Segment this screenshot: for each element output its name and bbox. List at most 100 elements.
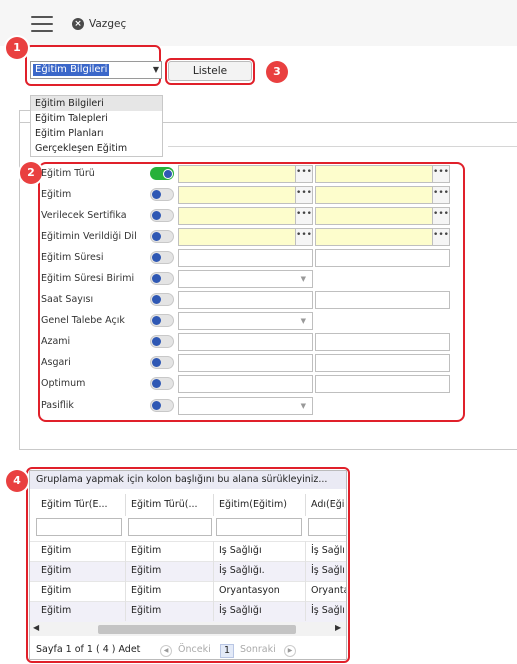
field-input-from[interactable]: ••• <box>178 186 313 204</box>
field-toggle[interactable] <box>150 167 174 180</box>
field-dropdown[interactable]: ▼ <box>178 270 313 288</box>
lookup-icon[interactable]: ••• <box>295 229 312 245</box>
close-icon: × <box>72 18 84 30</box>
table-cell: İş Sağlığı. <box>214 561 306 581</box>
lookup-icon[interactable]: ••• <box>432 229 449 245</box>
option-egitim-bilgileri[interactable]: Eğitim Bilgileri <box>31 96 162 111</box>
select-options-list: Eğitim Bilgileri Eğitim Talepleri Eğitim… <box>30 95 163 157</box>
field-label: Eğitim <box>41 189 72 200</box>
lookup-icon[interactable]: ••• <box>295 166 312 182</box>
lookup-icon[interactable]: ••• <box>432 187 449 203</box>
table-cell: Eğitim <box>126 561 214 581</box>
toggle-knob <box>152 295 161 304</box>
toggle-knob <box>152 190 161 199</box>
field-input-to[interactable] <box>315 354 450 372</box>
table-cell: Eğitim <box>126 541 214 561</box>
field-input-from[interactable] <box>178 375 313 393</box>
current-page[interactable]: 1 <box>220 644 234 658</box>
field-input-from[interactable]: ••• <box>178 165 313 183</box>
table-cell: Oryanta <box>311 585 346 596</box>
option-gerceklesen-egitim[interactable]: Gerçekleşen Eğitim <box>31 141 162 156</box>
scroll-left-icon[interactable]: ◀ <box>33 623 39 632</box>
next-page-button[interactable]: Sonraki <box>240 641 276 659</box>
scroll-right-icon[interactable]: ▶ <box>335 623 341 632</box>
divider <box>168 146 517 147</box>
lookup-icon[interactable]: ••• <box>432 166 449 182</box>
column-filter-input[interactable] <box>128 518 212 536</box>
field-toggle[interactable] <box>150 251 174 264</box>
cancel-button[interactable]: × Vazgeç <box>72 16 126 32</box>
prev-page-icon[interactable]: ◀ <box>160 645 172 657</box>
table-cell: Eğitim <box>36 581 126 601</box>
field-input-from[interactable] <box>178 249 313 267</box>
column-header[interactable]: Eğitim(Eğitim) <box>214 494 306 516</box>
toggle-knob <box>163 169 173 179</box>
field-input-to[interactable]: ••• <box>315 186 450 204</box>
chevron-down-icon: ▼ <box>300 402 306 410</box>
toggle-knob <box>152 316 161 325</box>
table-cell: Iş Sağlığı <box>214 541 306 561</box>
field-label: Optimum <box>41 378 86 389</box>
lookup-icon[interactable]: ••• <box>295 187 312 203</box>
step-badge-3: 3 <box>266 61 288 83</box>
next-page-icon[interactable]: ▶ <box>284 645 296 657</box>
field-label: Saat Sayısı <box>41 294 94 305</box>
field-input-to[interactable] <box>315 375 450 393</box>
toggle-knob <box>152 337 161 346</box>
form-type-select[interactable]: Eğitim Bilgileri ▼ <box>30 61 162 79</box>
column-header[interactable]: Eğitim Tür(E... <box>36 494 126 516</box>
field-toggle[interactable] <box>150 314 174 327</box>
column-filter-input[interactable] <box>216 518 302 536</box>
field-input-from[interactable]: ••• <box>178 228 313 246</box>
field-label: Eğitimin Verildiği Dil <box>41 231 137 242</box>
field-toggle[interactable] <box>150 335 174 348</box>
lookup-icon[interactable]: ••• <box>432 208 449 224</box>
table-cell: Eğitim <box>126 601 214 621</box>
field-toggle[interactable] <box>150 230 174 243</box>
field-input-from[interactable] <box>178 333 313 351</box>
field-input-to[interactable]: ••• <box>315 207 450 225</box>
menu-icon[interactable] <box>31 16 53 32</box>
group-by-area[interactable]: Gruplama yapmak için kolon başlığını bu … <box>30 471 346 489</box>
field-input-to[interactable] <box>315 333 450 351</box>
field-input-to[interactable]: ••• <box>315 228 450 246</box>
pager-summary: Sayfa 1 of 1 ( 4 ) Adet <box>36 644 141 655</box>
column-header[interactable]: Eğitim Türü(... <box>126 494 214 516</box>
selected-option: Eğitim Bilgileri <box>33 64 110 76</box>
lookup-icon[interactable]: ••• <box>295 208 312 224</box>
field-input-to[interactable] <box>315 291 450 309</box>
field-input-from[interactable] <box>178 291 313 309</box>
field-toggle[interactable] <box>150 399 174 412</box>
step-badge-1: 1 <box>6 37 28 59</box>
field-input-from[interactable]: ••• <box>178 207 313 225</box>
option-egitim-planlari[interactable]: Eğitim Planları <box>31 126 162 141</box>
table-cell: İş Sağlı <box>311 545 345 556</box>
field-dropdown[interactable]: ▼ <box>178 397 313 415</box>
field-toggle[interactable] <box>150 209 174 222</box>
field-input-from[interactable] <box>178 354 313 372</box>
list-button[interactable]: Listele <box>168 61 252 81</box>
prev-page-button[interactable]: Önceki <box>178 641 211 659</box>
field-input-to[interactable] <box>315 249 450 267</box>
column-filter-input[interactable] <box>36 518 122 536</box>
scrollbar-thumb[interactable] <box>98 625 296 634</box>
toggle-knob <box>152 401 161 410</box>
table-cell: İş Sağlı <box>311 605 345 616</box>
field-dropdown[interactable]: ▼ <box>178 312 313 330</box>
option-egitim-talepleri[interactable]: Eğitim Talepleri <box>31 111 162 126</box>
field-toggle[interactable] <box>150 356 174 369</box>
field-toggle[interactable] <box>150 377 174 390</box>
field-input-to[interactable]: ••• <box>315 165 450 183</box>
toggle-knob <box>152 253 161 262</box>
chevron-down-icon: ▼ <box>300 317 306 325</box>
table-cell: Eğitim <box>126 581 214 601</box>
toggle-knob <box>152 211 161 220</box>
field-toggle[interactable] <box>150 188 174 201</box>
column-filter-input[interactable] <box>308 518 346 536</box>
field-toggle[interactable] <box>150 293 174 306</box>
step-badge-2: 2 <box>20 162 42 184</box>
field-label: Pasiflik <box>41 400 74 411</box>
field-toggle[interactable] <box>150 272 174 285</box>
column-header[interactable]: Adı(Eği <box>306 494 346 516</box>
field-label: Azami <box>41 336 71 347</box>
